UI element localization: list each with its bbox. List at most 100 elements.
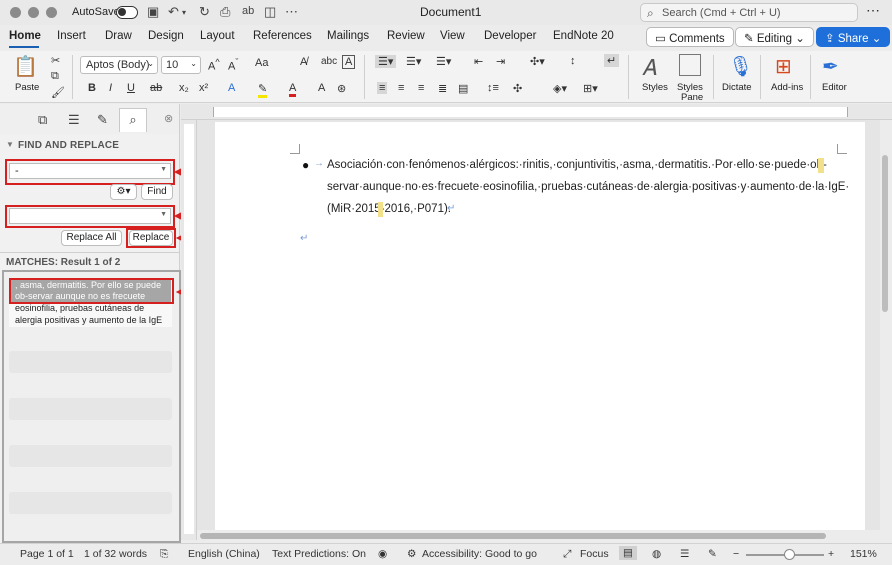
text-predictions-status[interactable]: Text Predictions: On — [272, 548, 366, 560]
language-status[interactable]: English (China) — [188, 548, 260, 560]
more-commands-icon[interactable]: ⋯ — [285, 4, 298, 20]
asian-layout-icon[interactable]: ✣▾ — [530, 55, 545, 68]
draft-view-icon[interactable]: ✎ — [708, 548, 717, 560]
tab-developer[interactable]: Developer — [484, 30, 536, 42]
font-name-select[interactable]: Aptos (Body) ⌄ — [80, 56, 158, 74]
subscript-icon[interactable]: x₂ — [179, 82, 189, 94]
undo-icon[interactable]: ↶ — [168, 4, 179, 20]
show-marks-icon[interactable]: ↵ — [604, 54, 620, 67]
document-line-3[interactable]: (MiR·2015-2016,·P071). — [327, 203, 451, 215]
redo-icon[interactable]: ↻ — [199, 4, 210, 20]
editor-icon[interactable]: ✒ — [822, 54, 839, 79]
text-effects-icon[interactable]: A — [228, 82, 235, 94]
bold-icon[interactable]: B — [88, 82, 96, 94]
superscript-icon[interactable]: x² — [199, 82, 208, 94]
editing-button[interactable]: ✎ Editing ⌄ — [735, 27, 814, 47]
zoom-window-icon[interactable] — [46, 7, 57, 18]
search-tab-icon[interactable]: ⌕ — [119, 108, 147, 132]
increase-indent-icon[interactable]: ⇥ — [496, 55, 505, 68]
editor-label[interactable]: Editor — [822, 82, 847, 93]
page-count[interactable]: Page 1 of 1 — [20, 548, 74, 560]
align-left-icon[interactable]: ≡ — [377, 82, 388, 94]
focus-label[interactable]: Focus — [580, 548, 609, 560]
borders-icon[interactable]: ⊞▾ — [583, 82, 598, 95]
tab-review[interactable]: Review — [387, 30, 425, 42]
more-options-icon[interactable]: ⋯ — [866, 2, 880, 19]
zoom-out-icon[interactable]: − — [733, 548, 739, 560]
track-changes-icon[interactable]: ◉ — [378, 548, 387, 560]
reuse-icon[interactable]: ◫ — [264, 4, 276, 20]
thumbnails-icon[interactable]: ⧉ — [38, 112, 47, 128]
styles-pane-icon[interactable] — [679, 54, 701, 76]
align-right-icon[interactable]: ≡ — [418, 82, 424, 94]
line-spacing-icon[interactable]: ↕≡ — [487, 82, 499, 94]
replace-all-button[interactable]: Replace All — [61, 230, 122, 246]
align-center-icon[interactable]: ≡ — [398, 82, 404, 94]
tab-insert[interactable]: Insert — [57, 30, 86, 42]
format-painter-icon[interactable]: 🖌 — [51, 86, 65, 99]
multilevel-list-icon[interactable]: ☰▾ — [436, 55, 451, 68]
addins-label[interactable]: Add-ins — [771, 82, 803, 93]
underline-icon[interactable]: U — [127, 82, 135, 94]
enclose-characters-icon[interactable]: ⊛ — [337, 82, 346, 95]
word-count[interactable]: 1 of 32 words — [84, 548, 147, 560]
tab-references[interactable]: References — [253, 30, 312, 42]
bullets-icon[interactable]: ☰▾ — [375, 55, 397, 68]
distributed-icon[interactable]: ▤ — [458, 82, 468, 95]
tab-draw[interactable]: Draw — [105, 30, 132, 42]
focus-icon[interactable]: ⤢ — [563, 548, 571, 561]
share-button[interactable]: ⇪ Share ⌄ — [816, 27, 891, 47]
font-size-select[interactable]: 10 ⌄ — [161, 56, 201, 74]
horizontal-ruler[interactable] — [181, 104, 892, 120]
styles-label[interactable]: Styles — [642, 82, 668, 93]
character-border-icon[interactable]: A — [342, 55, 356, 69]
print-layout-icon[interactable]: ▤ — [619, 546, 637, 560]
autosave-toggle[interactable] — [116, 6, 138, 19]
paste-icon[interactable]: 📋 — [13, 54, 38, 79]
document-line-2[interactable]: servar·aunque·no·es·frecuete·eosinofilia… — [327, 181, 849, 193]
sort-icon[interactable]: ↕ — [570, 55, 576, 67]
replace-button[interactable]: Replace — [129, 230, 173, 246]
highlight-icon[interactable]: ✎ — [258, 82, 268, 98]
close-window-icon[interactable] — [10, 7, 21, 18]
horizontal-scrollbar[interactable] — [200, 533, 826, 539]
styles-icon[interactable]: 𝐴 — [642, 55, 657, 81]
find-input[interactable]: - ▼ — [9, 163, 171, 179]
replace-input[interactable]: ▼ — [9, 208, 171, 224]
zoom-in-icon[interactable]: + — [828, 548, 834, 560]
outline-icon[interactable]: ✎ — [97, 112, 108, 128]
paste-label[interactable]: Paste — [15, 82, 39, 93]
decrease-indent-icon[interactable]: ⇤ — [474, 55, 483, 68]
undo-dropdown-icon[interactable]: ▾ — [182, 8, 186, 17]
dictate-label[interactable]: Dictate — [722, 82, 752, 93]
close-pane-icon[interactable]: ⊗ — [164, 112, 173, 125]
comments-button[interactable]: ▭ Comments — [646, 27, 734, 47]
shading-icon[interactable]: A — [318, 82, 325, 94]
shrink-font-icon[interactable]: Aˇ — [228, 57, 238, 73]
web-layout-icon[interactable]: ◍ — [652, 548, 661, 560]
outline-view-icon[interactable]: ☰ — [680, 548, 689, 560]
zoom-slider-thumb[interactable] — [784, 549, 795, 560]
phonetic-guide-icon[interactable]: abc — [321, 56, 337, 67]
cut-icon[interactable]: ✂ — [51, 54, 60, 67]
accessibility-status[interactable]: Accessibility: Good to go — [422, 548, 537, 560]
grow-font-icon[interactable]: A^ — [208, 57, 220, 73]
styles-pane-label-2[interactable]: Pane — [681, 92, 703, 103]
search-input[interactable]: ⌕ Search (Cmd + Ctrl + U) — [640, 3, 858, 22]
vertical-scrollbar[interactable] — [882, 155, 888, 312]
italic-icon[interactable]: I — [109, 82, 112, 94]
zoom-level[interactable]: 151% — [850, 548, 877, 560]
document-line-1[interactable]: Asociación·con·fenómenos·alérgicos:·rini… — [327, 159, 827, 171]
microphone-icon[interactable]: 🎙 — [728, 54, 753, 79]
vertical-ruler[interactable] — [181, 120, 197, 540]
clear-formatting-icon[interactable]: A̸ — [300, 56, 307, 68]
accessibility-icon[interactable]: ⚙ — [407, 548, 416, 560]
find-button[interactable]: Find — [141, 184, 173, 200]
minimize-window-icon[interactable] — [28, 7, 39, 18]
font-color-icon[interactable]: A — [289, 82, 297, 97]
tab-layout[interactable]: Layout — [200, 30, 235, 42]
proofing-icon[interactable]: ⎘ — [160, 548, 168, 561]
save-icon[interactable]: ▣ — [147, 4, 159, 20]
numbering-icon[interactable]: ☰▾ — [406, 55, 421, 68]
paragraph-shading-icon[interactable]: ◈▾ — [553, 82, 567, 95]
